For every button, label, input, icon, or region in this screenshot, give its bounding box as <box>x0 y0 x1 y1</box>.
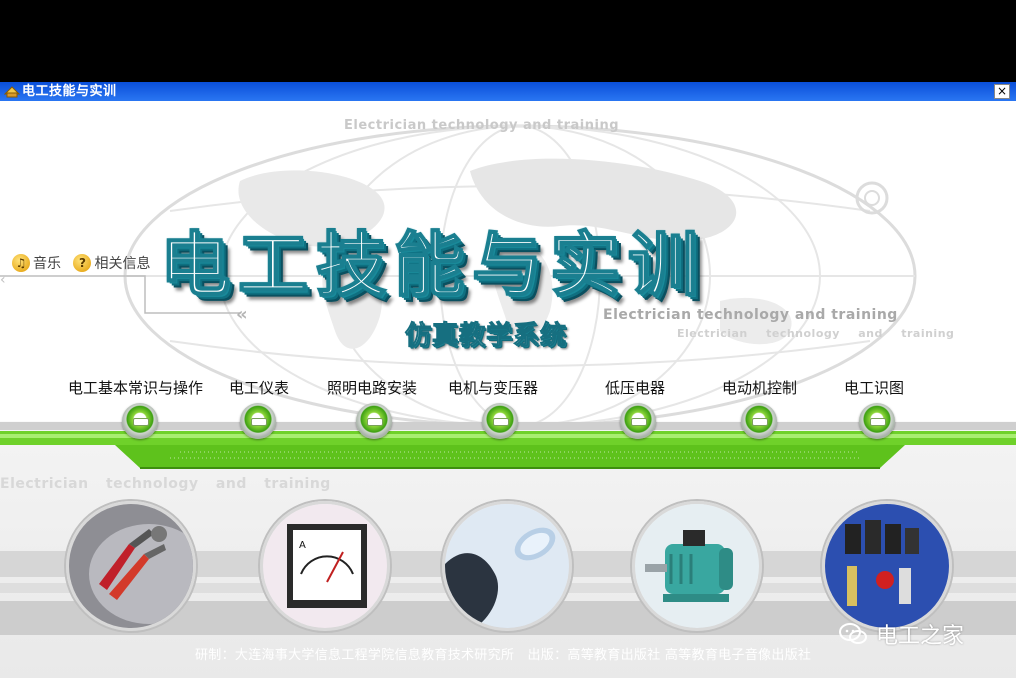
motor-photo[interactable] <box>632 501 762 631</box>
app-canvas: « ‹ Electrician technology and training … <box>0 101 1016 678</box>
app-icon <box>4 86 20 98</box>
ammeter-photo[interactable]: A <box>260 501 390 631</box>
help-icon: ? <box>73 254 92 272</box>
components-icon <box>825 504 949 628</box>
menu-knob-basic-knowledge[interactable] <box>122 403 158 439</box>
pliers-icon <box>69 504 193 628</box>
menu-lighting-circuits[interactable]: 照明电路安装 <box>327 377 417 398</box>
decor-english-right-small: Electrician technology and training <box>677 327 955 340</box>
footer-credits: 研制：大连海事大学信息工程学院信息教育技术研究所 出版：高等教育出版社 高等教育… <box>195 648 812 663</box>
menu-instruments[interactable]: 电工仪表 <box>229 377 289 398</box>
music-button[interactable]: ♫ 音乐 <box>12 253 61 273</box>
main-title: 电工技能与实训 <box>159 223 706 307</box>
svg-text:‹: ‹ <box>0 272 6 288</box>
window-title: 电工技能与实训 <box>22 84 117 99</box>
related-info-button[interactable]: ? 相关信息 <box>73 253 150 273</box>
menu-diagrams[interactable]: 电工识图 <box>844 377 904 398</box>
menu-knob-low-voltage[interactable] <box>620 403 656 439</box>
related-info-label: 相关信息 <box>94 256 151 272</box>
menu-knob-diagrams[interactable] <box>859 403 895 439</box>
screen-black-area <box>0 0 1016 82</box>
subtitle: 仿真教学系统 <box>404 321 568 352</box>
svg-text:A: A <box>299 540 306 551</box>
ammeter-icon: A <box>263 504 387 628</box>
close-button[interactable]: × <box>994 84 1010 99</box>
window-titlebar[interactable]: 电工技能与实训 × <box>0 82 1016 101</box>
menu-motor-control[interactable]: 电动机控制 <box>722 377 797 398</box>
face-lightbulb-photo[interactable] <box>442 501 572 631</box>
watermark-text: 电工之家 <box>876 624 965 649</box>
wechat-icon <box>839 623 867 644</box>
menu-knob-motors-transformers[interactable] <box>482 403 518 439</box>
menu-motors-transformers[interactable]: 电机与变压器 <box>448 377 538 398</box>
menu-knob-motor-control[interactable] <box>741 403 777 439</box>
music-icon: ♫ <box>12 254 30 272</box>
music-label: 音乐 <box>33 256 61 272</box>
side-buttons: ♫ 音乐 ? 相关信息 <box>12 253 158 273</box>
decor-english-left: Electrician technology and training <box>0 476 331 492</box>
watermark: 电工之家 <box>838 618 964 650</box>
menu-knob-lighting-circuits[interactable] <box>356 403 392 439</box>
decor-english-top: Electrician technology and training <box>344 118 620 133</box>
pliers-tools-photo[interactable] <box>66 501 196 631</box>
menu-knob-instruments[interactable] <box>240 403 276 439</box>
face-bulb-icon <box>445 504 569 628</box>
low-voltage-components-photo[interactable] <box>822 501 952 631</box>
menu-basic-knowledge[interactable]: 电工基本常识与操作 <box>68 377 203 398</box>
menu-low-voltage[interactable]: 低压电器 <box>605 377 665 398</box>
motor-icon <box>635 504 759 628</box>
